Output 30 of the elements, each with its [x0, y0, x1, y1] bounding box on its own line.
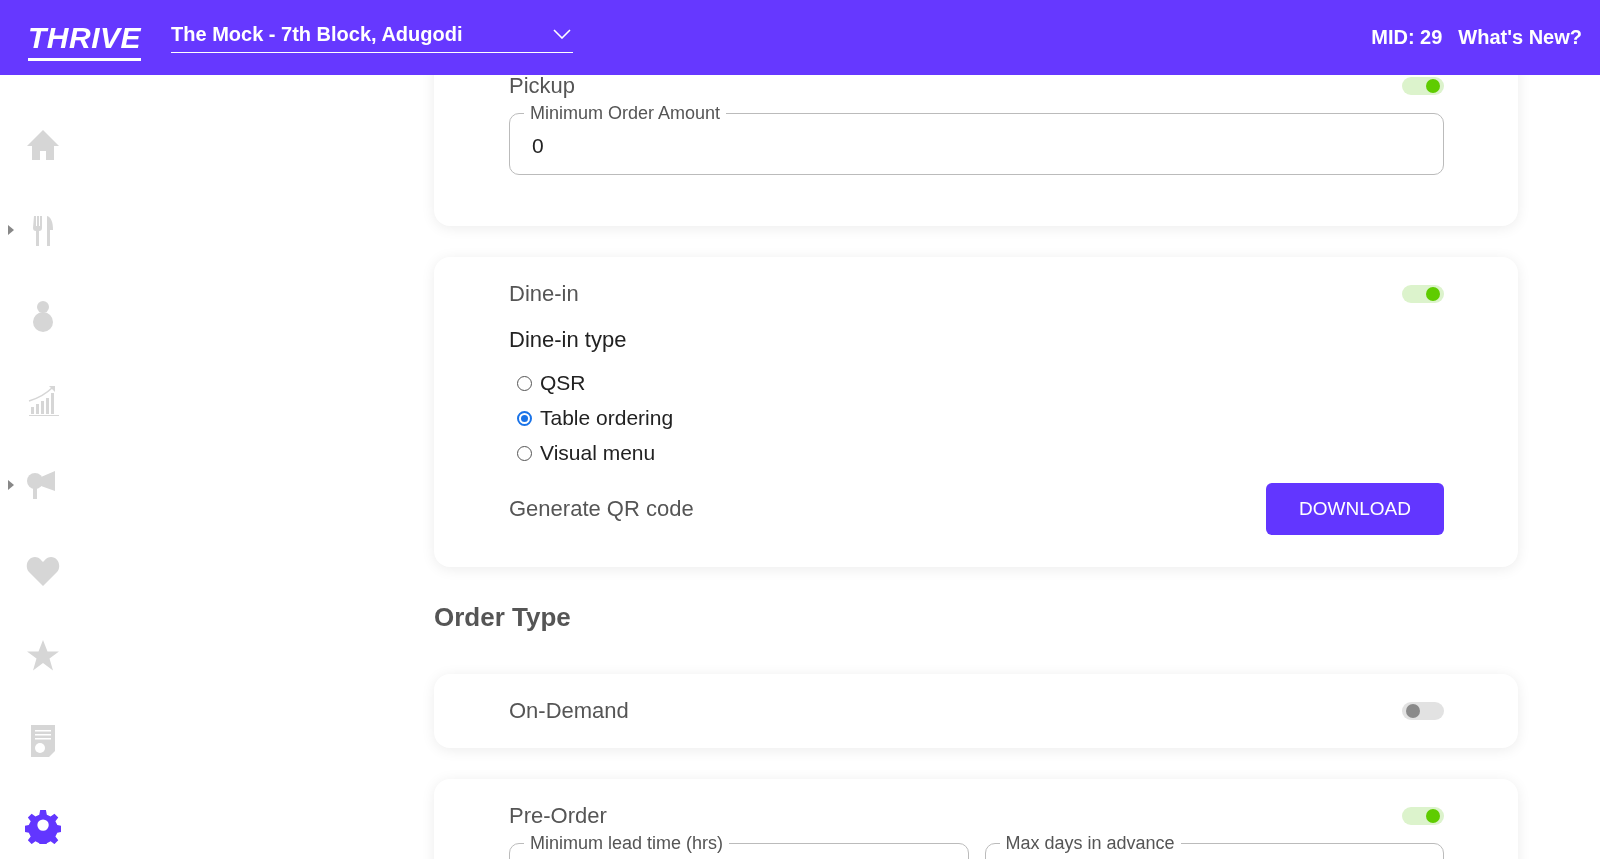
field-value[interactable]: 0: [530, 130, 1425, 158]
radio-option[interactable]: QSR: [517, 371, 586, 395]
field-label: Dine-in type: [509, 327, 628, 353]
download-button[interactable]: DOWNLOAD: [1266, 483, 1444, 535]
option-title: Dine-in: [509, 281, 579, 307]
toggle-switch[interactable]: [1402, 702, 1444, 720]
toggle-switch[interactable]: [1402, 77, 1444, 95]
field-label: Minimum Order Amount: [529, 103, 722, 124]
logo[interactable]: THRIVE: [28, 20, 141, 61]
merchant-id: MID: 29: [1371, 26, 1443, 49]
caret-icon[interactable]: [8, 225, 14, 235]
toggle-switch[interactable]: [1402, 807, 1444, 825]
option-title: Pickup: [509, 73, 576, 99]
caret-icon[interactable]: [8, 480, 14, 490]
toggle-switch[interactable]: [1402, 285, 1444, 303]
radio-option[interactable]: Visual menu: [517, 441, 656, 465]
location-select[interactable]: The Mock - 7th Block, Adugodi: [171, 22, 573, 53]
settings-icon[interactable]: [24, 808, 61, 844]
input-field[interactable]: Minimum lead time (hrs): [509, 833, 969, 859]
chevron-down-icon: [553, 29, 571, 39]
option-title: Pre-Order: [509, 803, 607, 829]
whats-new-link[interactable]: What's New?: [1458, 26, 1582, 49]
field-label: Minimum lead time (hrs): [529, 833, 725, 854]
input-field[interactable]: Minimum Order Amount 0: [509, 103, 1444, 175]
qr-label: Generate QR code: [509, 496, 694, 522]
section-heading: Order Type: [434, 602, 572, 633]
option-title: On-Demand: [509, 698, 629, 724]
field-label: Max days in advance: [1004, 833, 1176, 854]
radio-option[interactable]: Table ordering: [517, 406, 674, 430]
input-field[interactable]: Max days in advance: [984, 833, 1444, 859]
